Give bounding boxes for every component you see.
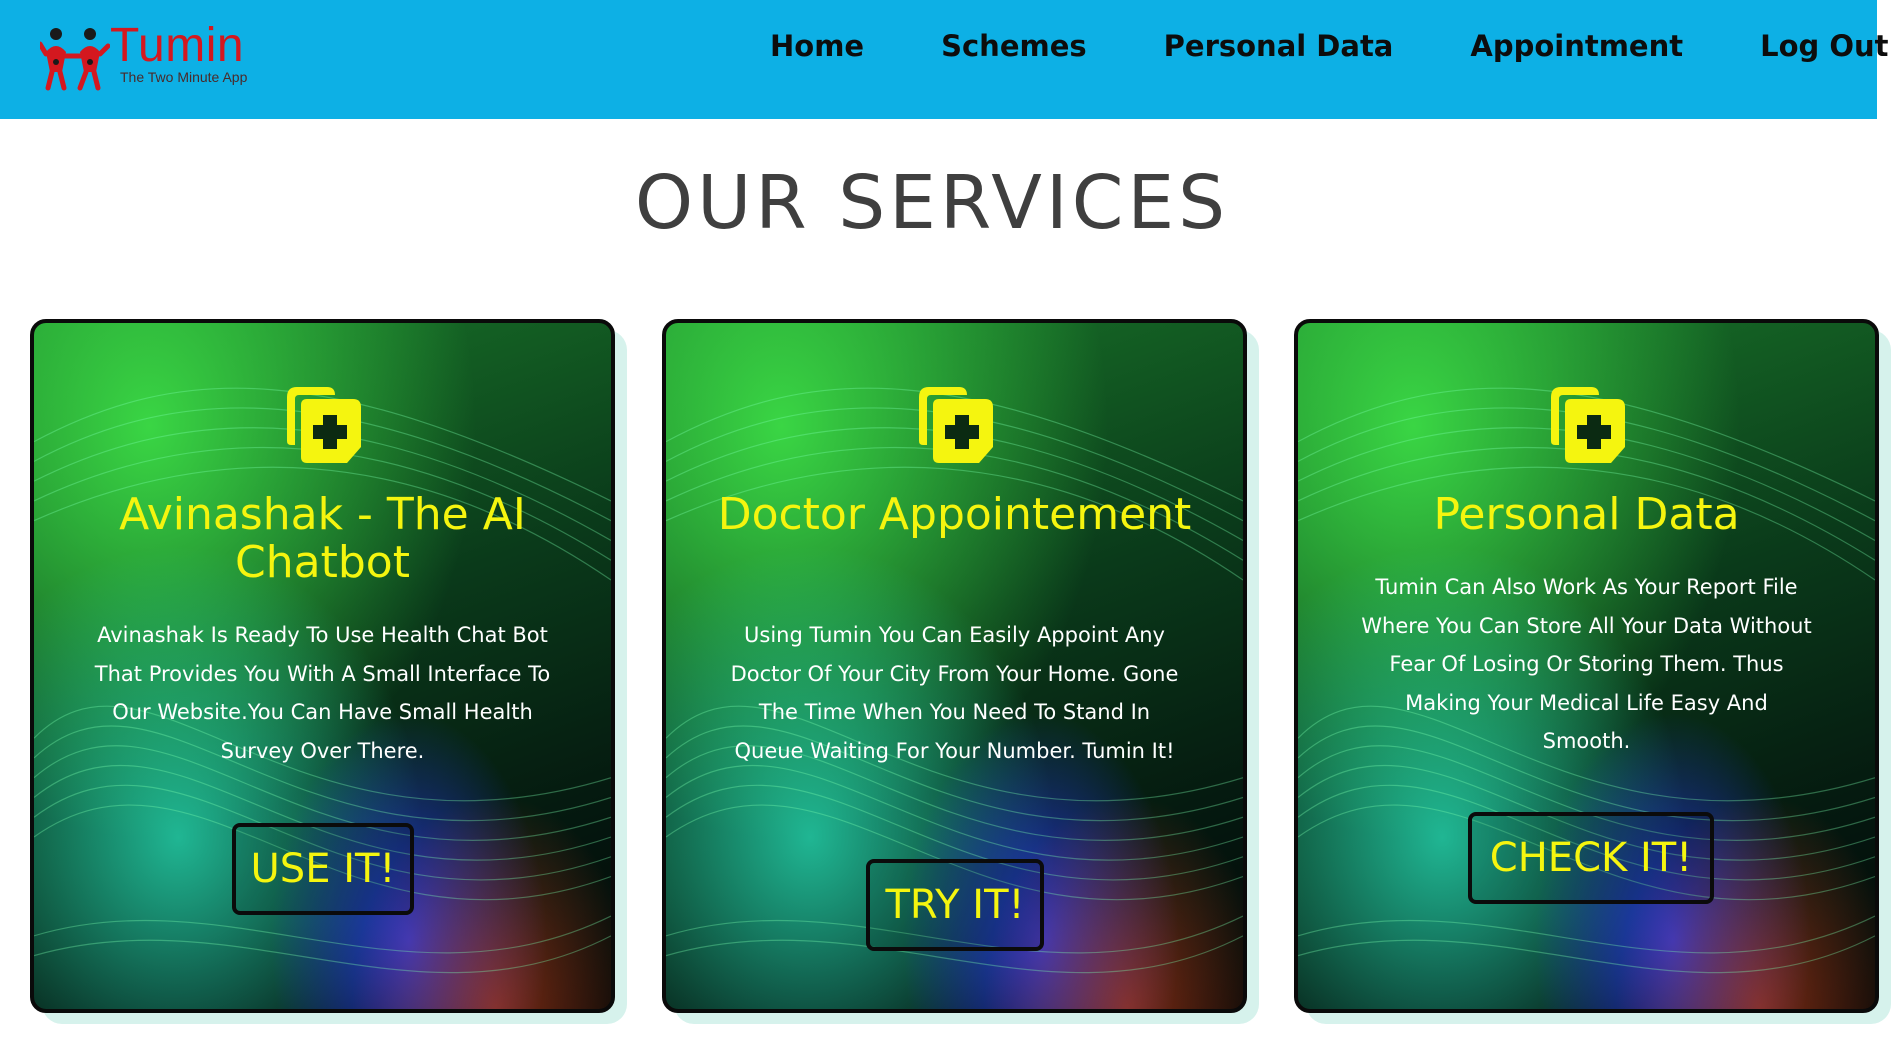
page-title: OUR SERVICES bbox=[634, 160, 1230, 246]
use-it-button[interactable]: USE IT! bbox=[232, 823, 414, 915]
nav-schemes[interactable]: Schemes bbox=[941, 29, 1087, 63]
card-description: Using Tumin You Can Easily Appoint Any D… bbox=[730, 623, 1179, 763]
card-description: Avinashak Is Ready To Use Health Chat Bo… bbox=[94, 623, 551, 763]
brand-name: Tumin bbox=[110, 19, 245, 72]
service-card-chatbot: Avinashak - The AI Chatbot Avinashak Is … bbox=[30, 319, 615, 1013]
medical-folder-icon bbox=[918, 387, 993, 463]
card-title: Avinashak - The AI Chatbot bbox=[119, 489, 526, 588]
nav-home[interactable]: Home bbox=[770, 29, 864, 63]
nav-log-out[interactable]: Log Out bbox=[1760, 29, 1888, 63]
card-title: Doctor Appointement bbox=[717, 489, 1192, 540]
brand-logo[interactable]: Tumin The Two Minute App bbox=[40, 19, 280, 92]
children-icon bbox=[40, 28, 110, 91]
nav-personal-data[interactable]: Personal Data bbox=[1164, 29, 1394, 63]
check-it-button[interactable]: CHECK IT! bbox=[1468, 812, 1714, 904]
nav-appointment[interactable]: Appointment bbox=[1470, 29, 1683, 63]
card-title: Personal Data bbox=[1433, 489, 1740, 540]
top-navbar: Tumin The Two Minute App Home Schemes Pe… bbox=[0, 0, 1889, 119]
service-card-personal-data: Personal Data Tumin Can Also Work As You… bbox=[1294, 319, 1879, 1013]
service-card-appointment: Doctor Appointement Using Tumin You Can … bbox=[662, 319, 1247, 1013]
brand-tagline: The Two Minute App bbox=[120, 69, 248, 85]
card-description: Tumin Can Also Work As Your Report File … bbox=[1361, 575, 1812, 753]
try-it-button[interactable]: TRY IT! bbox=[866, 859, 1044, 951]
medical-folder-icon bbox=[1550, 387, 1625, 463]
medical-folder-icon bbox=[286, 387, 361, 463]
main-nav: Home Schemes Personal Data Appointment L… bbox=[770, 0, 1889, 92]
